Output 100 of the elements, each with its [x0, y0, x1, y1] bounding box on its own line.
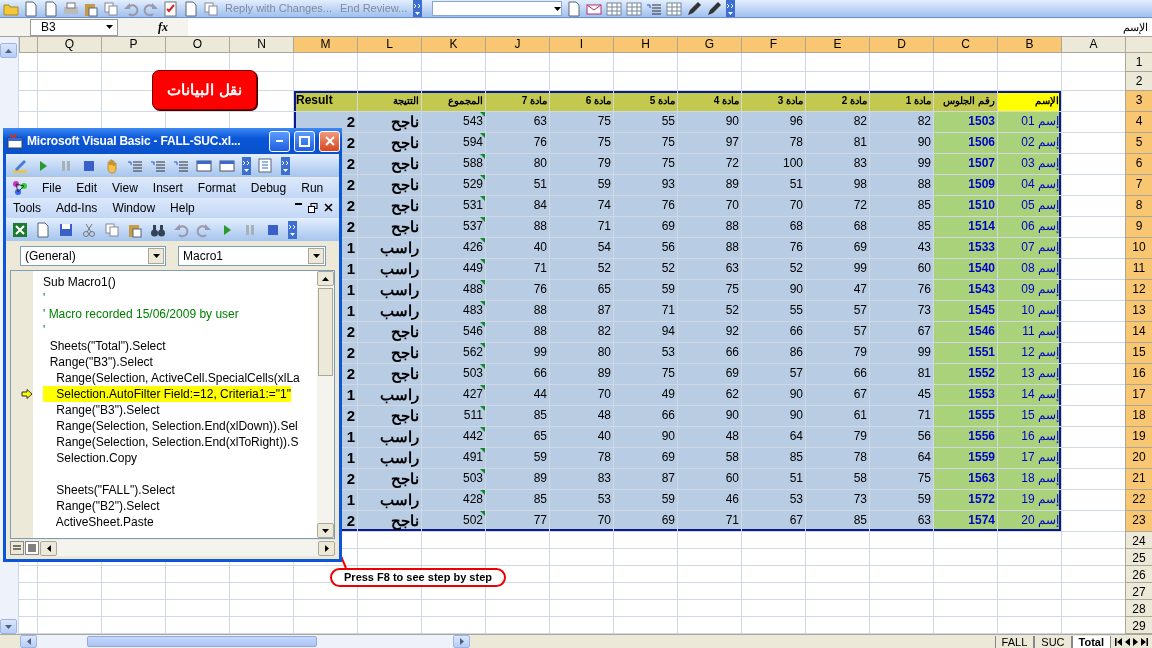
table-cell[interactable]: ناجح: [357, 217, 421, 238]
table-cell[interactable]: 1572: [933, 490, 997, 511]
table-cell[interactable]: 57: [805, 322, 869, 343]
row-header[interactable]: 16: [1125, 364, 1152, 385]
table-cell[interactable]: 78: [549, 448, 613, 469]
row-header[interactable]: 24: [1125, 532, 1152, 549]
table-cell[interactable]: 53: [549, 490, 613, 511]
table-cell[interactable]: 47: [805, 280, 869, 301]
table-cell[interactable]: 67: [869, 322, 933, 343]
column-header[interactable]: L: [357, 37, 421, 53]
copy-icon[interactable]: [103, 0, 119, 17]
menu-item[interactable]: Tools: [12, 199, 42, 217]
close-icon[interactable]: [324, 203, 333, 212]
table-cell[interactable]: 70: [677, 196, 741, 217]
table-cell[interactable]: 69: [613, 511, 677, 532]
table-cell[interactable]: راسب: [357, 427, 421, 448]
row-header[interactable]: 23: [1125, 511, 1152, 532]
table-cell[interactable]: 86: [741, 343, 805, 364]
scroll-down-button[interactable]: [317, 523, 334, 538]
table-cell[interactable]: 588: [421, 154, 485, 175]
column-header[interactable]: E: [805, 37, 869, 53]
table-cell[interactable]: 40: [485, 238, 549, 259]
column-header[interactable]: B: [997, 37, 1061, 53]
toolbar-chevron-icon[interactable]: [281, 156, 290, 175]
table-cell[interactable]: 51: [741, 175, 805, 196]
menu-item[interactable]: View: [111, 179, 139, 197]
table-cell[interactable]: 59: [613, 280, 677, 301]
ruler-pencil-icon[interactable]: [12, 157, 28, 174]
table-cell[interactable]: 594: [421, 133, 485, 154]
hand-icon[interactable]: [104, 157, 120, 174]
header-cell[interactable]: مادة 3: [741, 91, 805, 112]
table-cell[interactable]: 55: [741, 301, 805, 322]
table-cell[interactable]: 88: [869, 175, 933, 196]
table-cell[interactable]: 74: [549, 196, 613, 217]
header-cell[interactable]: مادة 2: [805, 91, 869, 112]
copy-icon[interactable]: [203, 0, 219, 17]
menu-item[interactable]: Format: [196, 179, 237, 197]
column-header[interactable]: Q: [37, 37, 101, 53]
table-cell[interactable]: 70: [741, 196, 805, 217]
sheet-tab[interactable]: SUC: [1034, 635, 1072, 648]
scroll-right-button[interactable]: [318, 540, 335, 556]
table-cell[interactable]: 63: [677, 259, 741, 280]
table-cell[interactable]: 71: [677, 511, 741, 532]
table-cell[interactable]: 71: [869, 406, 933, 427]
table-cell[interactable]: 76: [741, 238, 805, 259]
sheet-tab[interactable]: FALL: [994, 635, 1035, 648]
column-header[interactable]: C: [933, 37, 997, 53]
table-cell[interactable]: إسم 14: [997, 385, 1061, 406]
menu-item[interactable]: Insert: [151, 179, 184, 197]
row-header[interactable]: 6: [1125, 154, 1152, 175]
row-header[interactable]: 3: [1125, 91, 1152, 112]
table-cell[interactable]: 60: [677, 469, 741, 490]
row-header[interactable]: 12: [1125, 280, 1152, 301]
header-cell[interactable]: رقم الجلوس: [933, 91, 997, 112]
table-cell[interactable]: إسم 17: [997, 448, 1061, 469]
table-cell[interactable]: 65: [485, 427, 549, 448]
table-cell[interactable]: 75: [549, 112, 613, 133]
table-cell[interactable]: 59: [485, 448, 549, 469]
sheet-tab[interactable]: Total: [1071, 635, 1111, 648]
table-cell[interactable]: 71: [613, 301, 677, 322]
table-cell[interactable]: 503: [421, 469, 485, 490]
table-cell[interactable]: ناجح: [357, 511, 421, 532]
table-cell[interactable]: 59: [613, 490, 677, 511]
table-cell[interactable]: 61: [805, 406, 869, 427]
table-cell[interactable]: 52: [549, 259, 613, 280]
toolbar-chevron-icon[interactable]: [288, 220, 297, 239]
table-cell[interactable]: 57: [805, 301, 869, 322]
table-cell[interactable]: 69: [613, 217, 677, 238]
document-icon[interactable]: [23, 0, 39, 17]
grid-icon[interactable]: [606, 0, 623, 17]
column-header[interactable]: H: [613, 37, 677, 53]
table-cell[interactable]: 64: [869, 448, 933, 469]
function-button[interactable]: fx: [158, 18, 188, 36]
header-cell[interactable]: مادة 7: [485, 91, 549, 112]
table-cell[interactable]: 59: [549, 175, 613, 196]
table-cell[interactable]: 54: [549, 238, 613, 259]
table-cell[interactable]: 99: [485, 343, 549, 364]
table-cell[interactable]: 80: [485, 154, 549, 175]
row-header[interactable]: 13: [1125, 301, 1152, 322]
table-cell[interactable]: 52: [613, 259, 677, 280]
table-cell[interactable]: 90: [613, 427, 677, 448]
table-cell[interactable]: 88: [485, 322, 549, 343]
table-cell[interactable]: 83: [549, 469, 613, 490]
table-cell[interactable]: 90: [741, 385, 805, 406]
printer-icon[interactable]: [63, 0, 79, 17]
table-cell[interactable]: 69: [613, 448, 677, 469]
table-cell[interactable]: إسم 02: [997, 133, 1061, 154]
column-header[interactable]: N: [229, 37, 293, 53]
redo-arrow-icon[interactable]: [143, 0, 159, 17]
table-cell[interactable]: 78: [741, 133, 805, 154]
table-cell[interactable]: 73: [805, 490, 869, 511]
table-cell[interactable]: 75: [613, 133, 677, 154]
column-header[interactable]: I: [549, 37, 613, 53]
header-cell[interactable]: مادة 6: [549, 91, 613, 112]
table-cell[interactable]: 483: [421, 301, 485, 322]
column-header[interactable]: G: [677, 37, 741, 53]
table-cell[interactable]: 99: [869, 154, 933, 175]
scroll-thumb[interactable]: [87, 636, 317, 647]
table-cell[interactable]: ناجح: [357, 154, 421, 175]
table-cell[interactable]: 85: [805, 511, 869, 532]
